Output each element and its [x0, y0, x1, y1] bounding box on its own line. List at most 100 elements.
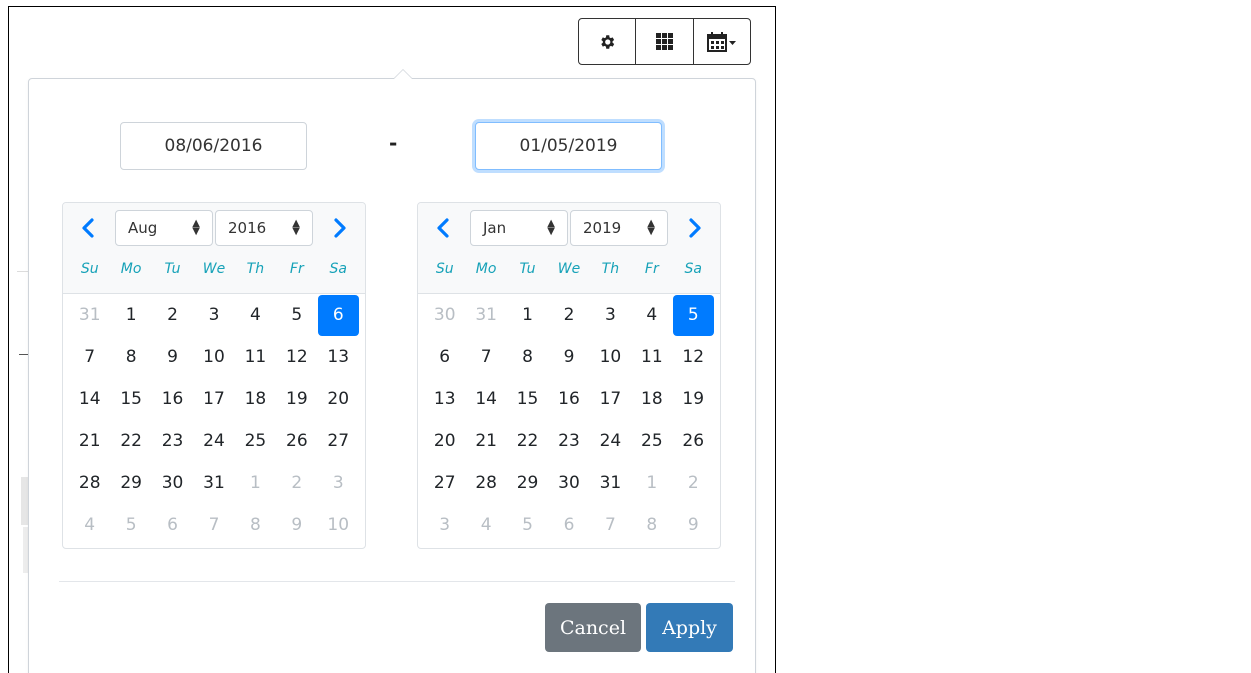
calendar-day[interactable]: 19: [276, 379, 317, 420]
date-range-dropdown-button[interactable]: [694, 19, 750, 64]
calendar-day[interactable]: 1: [631, 463, 672, 504]
calendar-day[interactable]: 6: [548, 505, 589, 546]
start-date-input[interactable]: [120, 122, 307, 170]
calendar-day[interactable]: 28: [465, 463, 506, 504]
calendar-day[interactable]: 5: [110, 505, 151, 546]
prev-month-button[interactable]: [77, 217, 99, 239]
calendar-day[interactable]: 23: [548, 421, 589, 462]
cancel-button[interactable]: Cancel: [545, 603, 641, 652]
calendar-day[interactable]: 26: [673, 421, 714, 462]
calendar-day[interactable]: 15: [110, 379, 151, 420]
calendar-day-selected[interactable]: 6: [317, 294, 359, 336]
calendar-day[interactable]: 2: [548, 295, 589, 336]
calendar-day[interactable]: 14: [465, 379, 506, 420]
calendar-day[interactable]: 5: [507, 505, 548, 546]
calendar-day[interactable]: 7: [590, 505, 631, 546]
calendar-day[interactable]: 4: [465, 505, 506, 546]
calendar-day[interactable]: 25: [235, 421, 276, 462]
calendar-day[interactable]: 15: [507, 379, 548, 420]
calendar-day[interactable]: 2: [276, 463, 317, 504]
calendar-day[interactable]: 16: [548, 379, 589, 420]
next-month-button[interactable]: [684, 217, 706, 239]
calendar-day[interactable]: 7: [193, 505, 234, 546]
calendar-day[interactable]: 2: [152, 295, 193, 336]
calendar-day[interactable]: 10: [590, 337, 631, 378]
calendar-day[interactable]: 26: [276, 421, 317, 462]
calendar-day[interactable]: 3: [318, 463, 359, 504]
calendar-day[interactable]: 4: [235, 295, 276, 336]
calendar-day[interactable]: 1: [110, 295, 151, 336]
calendar-day[interactable]: 27: [318, 421, 359, 462]
calendar-day[interactable]: 11: [235, 337, 276, 378]
calendar-day[interactable]: 1: [235, 463, 276, 504]
calendar-day[interactable]: 20: [424, 421, 465, 462]
calendar-day[interactable]: 21: [69, 421, 110, 462]
calendar-day[interactable]: 4: [69, 505, 110, 546]
calendar-day[interactable]: 11: [631, 337, 672, 378]
calendar-day[interactable]: 19: [673, 379, 714, 420]
calendar-day[interactable]: 24: [590, 421, 631, 462]
calendar-day[interactable]: 10: [318, 505, 359, 546]
calendar-day[interactable]: 7: [69, 337, 110, 378]
month-select[interactable]: Aug ▲ ▼: [115, 210, 213, 246]
calendar-day[interactable]: 29: [110, 463, 151, 504]
weekday-label: Sa: [329, 261, 347, 277]
calendar-day[interactable]: 22: [110, 421, 151, 462]
apply-button[interactable]: Apply: [646, 603, 733, 652]
year-select[interactable]: 2016 ▲ ▼: [215, 210, 313, 246]
month-select[interactable]: Jan ▲ ▼: [470, 210, 568, 246]
calendar-day[interactable]: 5: [276, 295, 317, 336]
calendar-day[interactable]: 9: [152, 337, 193, 378]
calendar-day[interactable]: 6: [152, 505, 193, 546]
prev-month-button[interactable]: [432, 217, 454, 239]
calendar-day-selected[interactable]: 5: [672, 294, 714, 336]
end-date-input[interactable]: [475, 122, 662, 170]
calendar-day[interactable]: 8: [110, 337, 151, 378]
calendar-day[interactable]: 1: [507, 295, 548, 336]
calendar-day[interactable]: 17: [590, 379, 631, 420]
calendar-day[interactable]: 8: [235, 505, 276, 546]
next-month-button[interactable]: [329, 217, 351, 239]
calendar-day[interactable]: 17: [193, 379, 234, 420]
calendar-day[interactable]: 3: [193, 295, 234, 336]
calendar-day[interactable]: 12: [276, 337, 317, 378]
calendar-day[interactable]: 20: [318, 379, 359, 420]
calendar-day[interactable]: 22: [507, 421, 548, 462]
calendar-day[interactable]: 8: [631, 505, 672, 546]
calendar-day[interactable]: 14: [69, 379, 110, 420]
calendar-day[interactable]: 10: [193, 337, 234, 378]
calendar-day[interactable]: 31: [69, 295, 110, 336]
calendar-day[interactable]: 23: [152, 421, 193, 462]
calendar-day[interactable]: 13: [424, 379, 465, 420]
calendar-day[interactable]: 9: [548, 337, 589, 378]
calendar-day[interactable]: 27: [424, 463, 465, 504]
calendar-day[interactable]: 18: [235, 379, 276, 420]
calendar-day[interactable]: 29: [507, 463, 548, 504]
calendar-day[interactable]: 30: [548, 463, 589, 504]
calendar-day[interactable]: 21: [465, 421, 506, 462]
calendar-day[interactable]: 31: [465, 295, 506, 336]
calendar-day[interactable]: 12: [673, 337, 714, 378]
calendar-day[interactable]: 25: [631, 421, 672, 462]
calendar-day[interactable]: 13: [318, 337, 359, 378]
settings-button[interactable]: [579, 19, 637, 64]
calendar-day[interactable]: 31: [193, 463, 234, 504]
calendar-day[interactable]: 3: [590, 295, 631, 336]
calendar-day[interactable]: 31: [590, 463, 631, 504]
grid-view-button[interactable]: [636, 19, 694, 64]
calendar-day[interactable]: 7: [465, 337, 506, 378]
calendar-day[interactable]: 16: [152, 379, 193, 420]
calendar-day[interactable]: 2: [673, 463, 714, 504]
calendar-day[interactable]: 8: [507, 337, 548, 378]
calendar-day[interactable]: 28: [69, 463, 110, 504]
calendar-day[interactable]: 24: [193, 421, 234, 462]
year-select[interactable]: 2019 ▲ ▼: [570, 210, 668, 246]
calendar-day[interactable]: 3: [424, 505, 465, 546]
calendar-day[interactable]: 9: [673, 505, 714, 546]
calendar-day[interactable]: 30: [152, 463, 193, 504]
calendar-day[interactable]: 30: [424, 295, 465, 336]
calendar-day[interactable]: 4: [631, 295, 672, 336]
calendar-day[interactable]: 6: [424, 337, 465, 378]
calendar-day[interactable]: 18: [631, 379, 672, 420]
calendar-day[interactable]: 9: [276, 505, 317, 546]
